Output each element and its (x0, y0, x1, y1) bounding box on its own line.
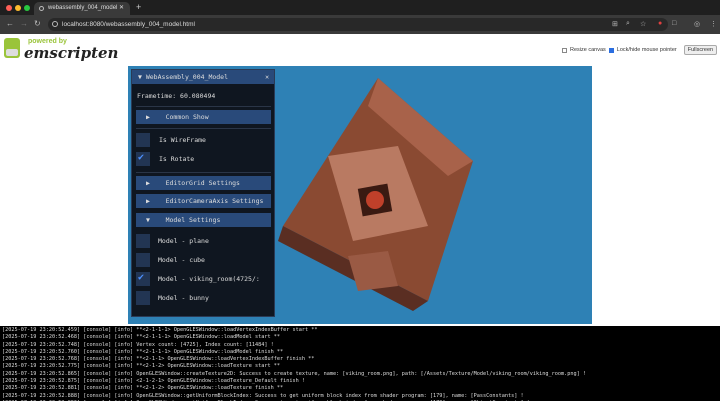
model-viking-room-checkbox[interactable] (136, 272, 150, 286)
console-line: [2025-07-19 23:20:52.459] [console] [inf… (2, 327, 318, 333)
console-line: [2025-07-19 23:20:52.775] [console] [inf… (2, 363, 280, 370)
header-label: Model Settings (165, 216, 221, 224)
common-show-header[interactable]: ▶ Common Show (136, 110, 271, 124)
lock-pointer-checkbox[interactable] (608, 47, 614, 53)
header-label: EditorGrid Settings (165, 179, 240, 187)
separator (136, 106, 271, 107)
back-icon[interactable]: ← (6, 19, 14, 28)
forward-icon[interactable]: → (20, 19, 28, 28)
console-line: [2025-07-19 23:20:52.760] [console] [inf… (2, 348, 284, 355)
console-line: [2025-07-19 23:20:52.881] [console] [inf… (2, 385, 284, 392)
model-plane-label: Model - plane (158, 237, 209, 245)
translate-icon[interactable]: ⊞ (612, 20, 618, 28)
resize-canvas-label: Resize canvas (570, 47, 606, 53)
separator (136, 128, 271, 129)
console-line: [2025-07-19 23:20:52.875] [console] [inf… (2, 378, 305, 385)
close-tab-icon[interactable]: ✕ (119, 2, 124, 15)
header-label: Common Show (165, 113, 209, 121)
console-output[interactable]: [2025-07-19 23:20:52.459] [console] [inf… (0, 326, 720, 401)
model-plane-checkbox[interactable] (136, 234, 150, 248)
imgui-settings-window[interactable]: ▼ WebAssembly_004_Model ✕ Frametime: 60.0… (131, 69, 275, 317)
maximize-window-button[interactable] (24, 5, 30, 11)
browser-tab[interactable]: webassembly_004_model ✕ (34, 2, 130, 15)
window-titlebar[interactable]: ▼ WebAssembly_004_Model ✕ (132, 70, 274, 84)
fullscreen-button[interactable]: Fullscreen (683, 45, 718, 55)
model-viking-room-label: Model - viking_room(4725/: (158, 275, 260, 283)
tab-title: webassembly_004_model (48, 5, 118, 11)
address-bar[interactable]: localhost:8080/webassembly_004_model.htm… (48, 18, 668, 31)
brand-name: emscripten (24, 44, 119, 62)
reload-icon[interactable]: ↻ (34, 19, 41, 28)
url-text: localhost:8080/webassembly_004_model.htm… (62, 21, 195, 28)
close-icon[interactable]: ✕ (265, 70, 269, 84)
minimize-window-button[interactable] (15, 5, 21, 11)
zoom-icon[interactable]: ⌕ (626, 20, 630, 28)
separator (136, 172, 271, 173)
lock-pointer-label: Lock/hide mouse pointer (616, 47, 677, 53)
console-line: [2025-07-19 23:20:52.865] [console] [inf… (2, 370, 587, 377)
console-line: [2025-07-19 23:20:52.468] [console] [inf… (2, 334, 280, 341)
model-cube-checkbox[interactable] (136, 253, 150, 267)
wireframe-label: Is WireFrame (159, 136, 206, 144)
site-info-icon[interactable] (52, 21, 58, 27)
globe-icon (39, 6, 44, 11)
canvas-options: Resize canvas Lock/hide mouse pointer Fu… (562, 45, 718, 55)
header-label: EditorCameraAxis Settings (165, 197, 264, 205)
menu-icon[interactable]: ⋮ (710, 20, 717, 28)
browser-tab-bar: webassembly_004_model ✕ + (0, 0, 720, 15)
model-bunny-label: Model - bunny (158, 294, 209, 302)
console-line: [2025-07-19 23:20:52.748] [console] [inf… (2, 341, 274, 348)
rotate-label: Is Rotate (159, 155, 195, 163)
browser-toolbar: ← → ↻ localhost:8080/webassembly_004_mod… (0, 15, 720, 34)
console-line: [2025-07-19 23:20:52.888] [console] [inf… (2, 392, 524, 399)
editor-grid-header[interactable]: ▶ EditorGrid Settings (136, 176, 271, 190)
window-title: WebAssembly_004_Model (145, 73, 229, 81)
console-line: [2025-07-19 23:20:52.768] [console] [inf… (2, 356, 315, 363)
wireframe-checkbox[interactable] (136, 133, 150, 147)
model-bunny-checkbox[interactable] (136, 291, 150, 305)
frametime-text: Frametime: 60.080494 (137, 92, 216, 100)
profile-icon[interactable]: ◎ (694, 20, 700, 28)
model-settings-header[interactable]: ▼ Model Settings (136, 213, 271, 227)
emscripten-logo-icon (4, 38, 20, 58)
extension-icon[interactable]: ● (658, 20, 662, 27)
rotate-checkbox[interactable] (136, 152, 150, 166)
close-window-button[interactable] (6, 5, 12, 11)
model-cube-label: Model - cube (158, 256, 205, 264)
resize-canvas-checkbox[interactable] (562, 47, 567, 53)
new-tab-button[interactable]: + (136, 2, 141, 12)
editor-camera-axis-header[interactable]: ▶ EditorCameraAxis Settings (136, 194, 271, 208)
extensions-puzzle-icon[interactable]: □ (672, 20, 676, 27)
bookmark-star-icon[interactable]: ☆ (640, 20, 646, 28)
